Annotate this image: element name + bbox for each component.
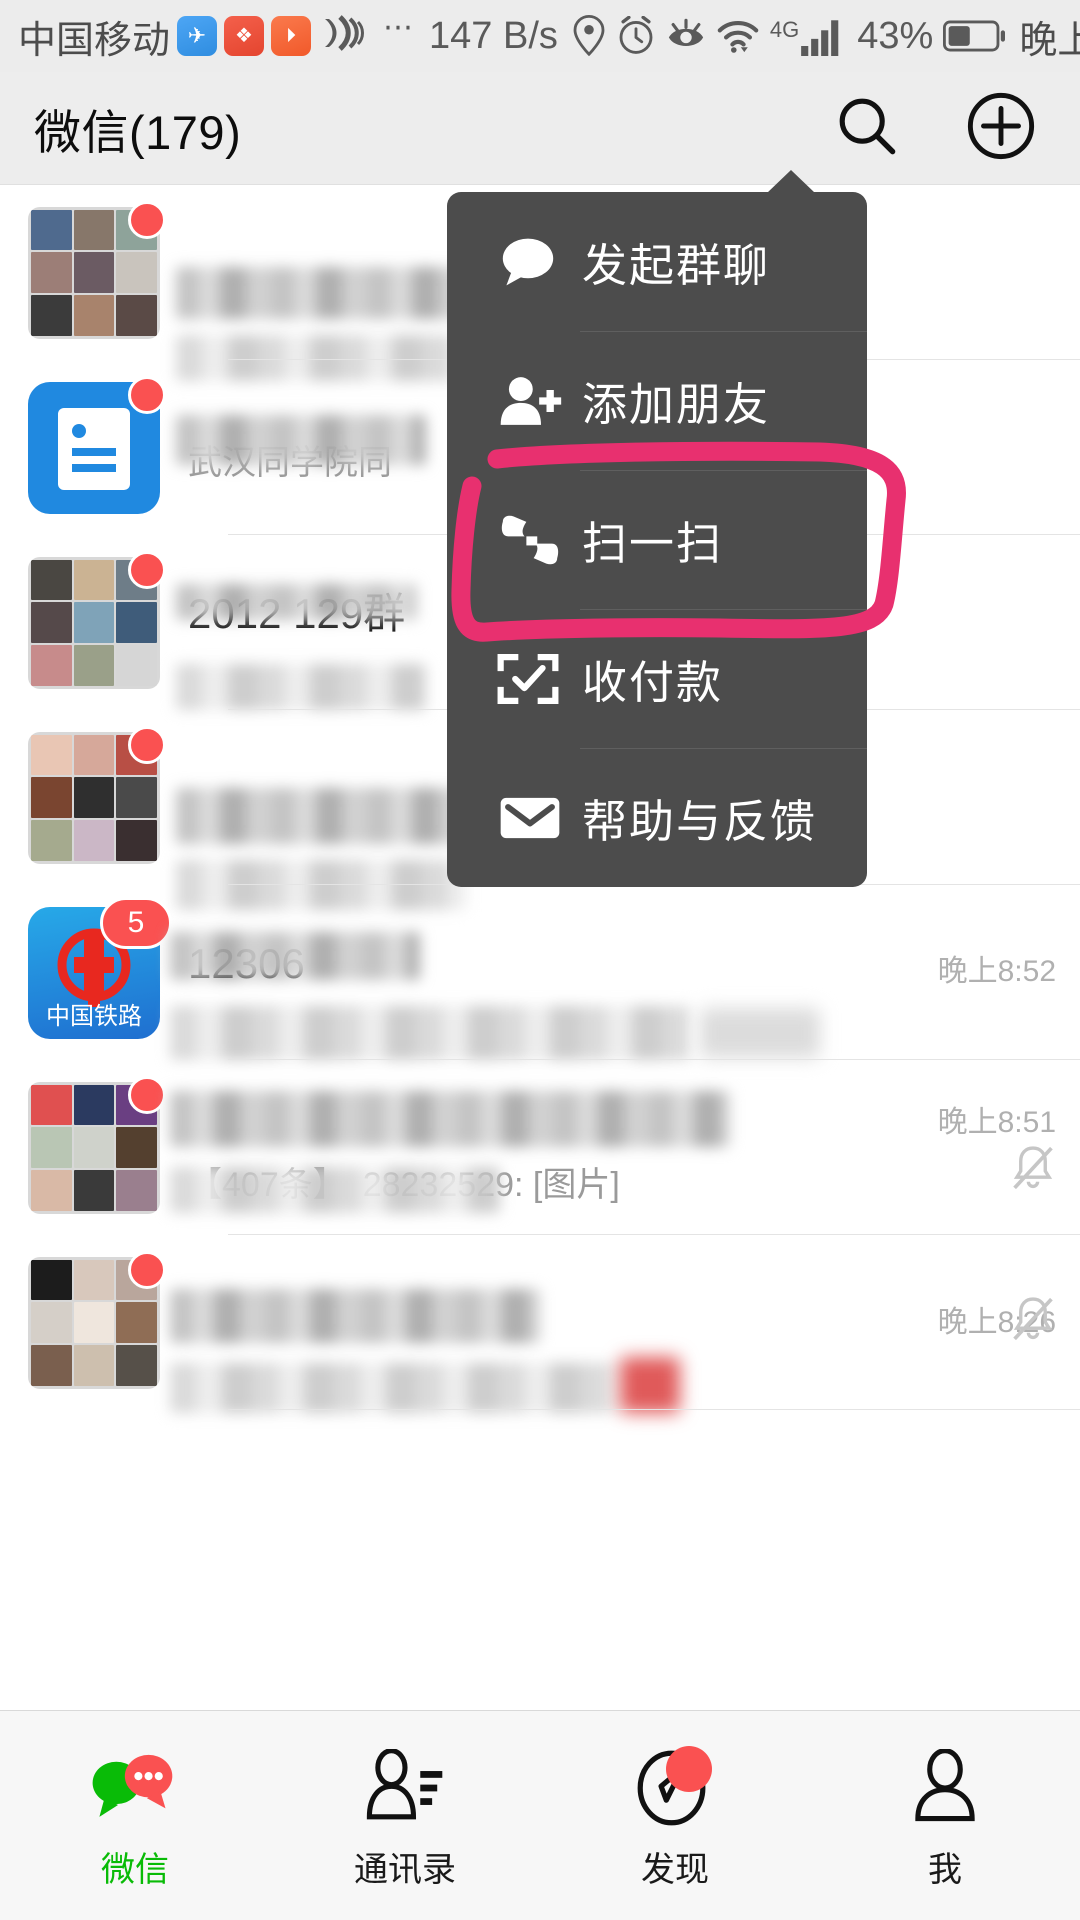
menu-item-scan[interactable]: 扫一扫 [447, 470, 867, 609]
avatar [28, 1250, 166, 1389]
chat-time: 晚上8:52 [937, 955, 1056, 989]
menu-item-pay-receive[interactable]: 收付款 [447, 609, 867, 748]
search-icon [835, 94, 899, 163]
tab-wechat[interactable]: 微信 [0, 1711, 270, 1920]
tab-label: 我 [928, 1851, 962, 1889]
app-header: 微信(179) [0, 72, 1080, 185]
mute-icon [1010, 1143, 1056, 1198]
tab-label: 微信 [101, 1851, 169, 1889]
bottom-tab-bar[interactable]: 微信 通讯录 发现 我 [0, 1710, 1080, 1920]
unread-badge [128, 375, 166, 414]
tab-discover[interactable]: 发现 [540, 1711, 810, 1920]
envelope-icon [497, 792, 567, 844]
page-title: 微信(179) [34, 105, 242, 159]
wifi-icon [717, 17, 759, 55]
list-item-body: 晚上8:26 [160, 1288, 1080, 1413]
wechat-app-screen: 中国移动 ✈ ❖ ⏵ ⋯ 147 B/s 4G 43% 晚上 微信(179) 武… [0, 0, 1080, 1920]
battery-percent-label: 43% [857, 14, 934, 57]
eye-care-icon [666, 18, 706, 54]
signal-bars-icon: 4G [770, 16, 847, 56]
menu-item-label: 发起群聊 [582, 240, 771, 291]
menu-item-label: 收付款 [582, 657, 724, 708]
tab-label: 发现 [641, 1851, 709, 1889]
avatar [28, 1075, 166, 1214]
scan-icon [497, 511, 567, 569]
network-speed-label: 147 B/s [429, 14, 558, 57]
chats-icon [87, 1740, 183, 1836]
battery-icon [943, 19, 1006, 53]
network-type-label: 4G [769, 17, 800, 42]
dingtalk-icon: ✈ [177, 16, 218, 56]
sound-wave-icon [323, 13, 367, 59]
discover-icon [632, 1740, 718, 1836]
avatar [28, 200, 166, 339]
pay-receive-icon [497, 651, 567, 707]
add-button[interactable] [958, 85, 1044, 171]
menu-item-label: 帮助与反馈 [582, 796, 818, 847]
chat-message-text: 28232529: [图片] [362, 1166, 620, 1204]
unread-badge [128, 1250, 166, 1289]
person-add-icon [497, 373, 567, 429]
carrier-label: 中国移动 [18, 19, 171, 62]
clock-label: 晚上9:09 [1019, 19, 1080, 62]
media-icon: ⏵ [271, 16, 312, 56]
menu-item-help-feedback[interactable]: 帮助与反馈 [447, 748, 867, 887]
alarm-icon [617, 16, 655, 56]
list-item[interactable]: 晚上8:26 [0, 1235, 1080, 1413]
ellipsis-icon: ⋯ [383, 10, 416, 44]
railway-avatar-label: 中国铁路 [46, 1002, 142, 1030]
chat-name: 12306 [188, 940, 305, 988]
chat-message: 【407条】 28232529: [图片] [188, 1157, 1056, 1206]
unread-badge [128, 725, 166, 764]
tab-label: 通讯录 [354, 1851, 456, 1889]
chat-time: 晚上8:51 [937, 1106, 1056, 1139]
tab-contacts[interactable]: 通讯录 [270, 1711, 540, 1920]
contacts-icon [362, 1740, 448, 1836]
menu-item-label: 添加朋友 [582, 379, 771, 430]
plus-circle-icon [966, 91, 1036, 166]
avatar [28, 375, 166, 514]
status-icon-group: 4G [572, 15, 847, 57]
avatar: 中国铁路 5 [28, 896, 172, 1039]
chat-message-prefix: 【407条】 [188, 1166, 347, 1204]
tab-me[interactable]: 我 [810, 1711, 1080, 1920]
list-item[interactable]: 晚上8:51 【407条】 28232529: [图片] [0, 1060, 1080, 1235]
status-bar: 中国移动 ✈ ❖ ⏵ ⋯ 147 B/s 4G 43% 晚上 [0, 0, 1080, 72]
unread-badge [128, 200, 166, 239]
discover-badge-dot [666, 1746, 712, 1792]
alipay-icon: ❖ [224, 16, 265, 56]
mute-icon [1010, 1294, 1056, 1349]
menu-item-label: 扫一扫 [582, 518, 724, 569]
location-icon [572, 15, 606, 57]
chat-bubble-icon [497, 235, 567, 289]
list-item[interactable]: 中国铁路 5 12306 晚上8:52 [0, 885, 1080, 1061]
list-item-body: 晚上8:51 【407条】 28232529: [图片] [160, 1089, 1080, 1213]
avatar [28, 550, 166, 689]
menu-item-start-group-chat[interactable]: 发起群聊 [447, 192, 867, 331]
me-icon [905, 1740, 985, 1836]
dropdown-arrow-icon [767, 170, 815, 193]
search-button[interactable] [824, 85, 910, 171]
list-item-body: 12306 晚上8:52 [160, 932, 1080, 1061]
avatar [28, 725, 166, 864]
plus-dropdown-menu[interactable]: 发起群聊 添加朋友 扫一扫 收付款 帮助与反馈 [447, 170, 867, 887]
menu-item-add-friend[interactable]: 添加朋友 [447, 331, 867, 470]
unread-badge [128, 550, 166, 589]
